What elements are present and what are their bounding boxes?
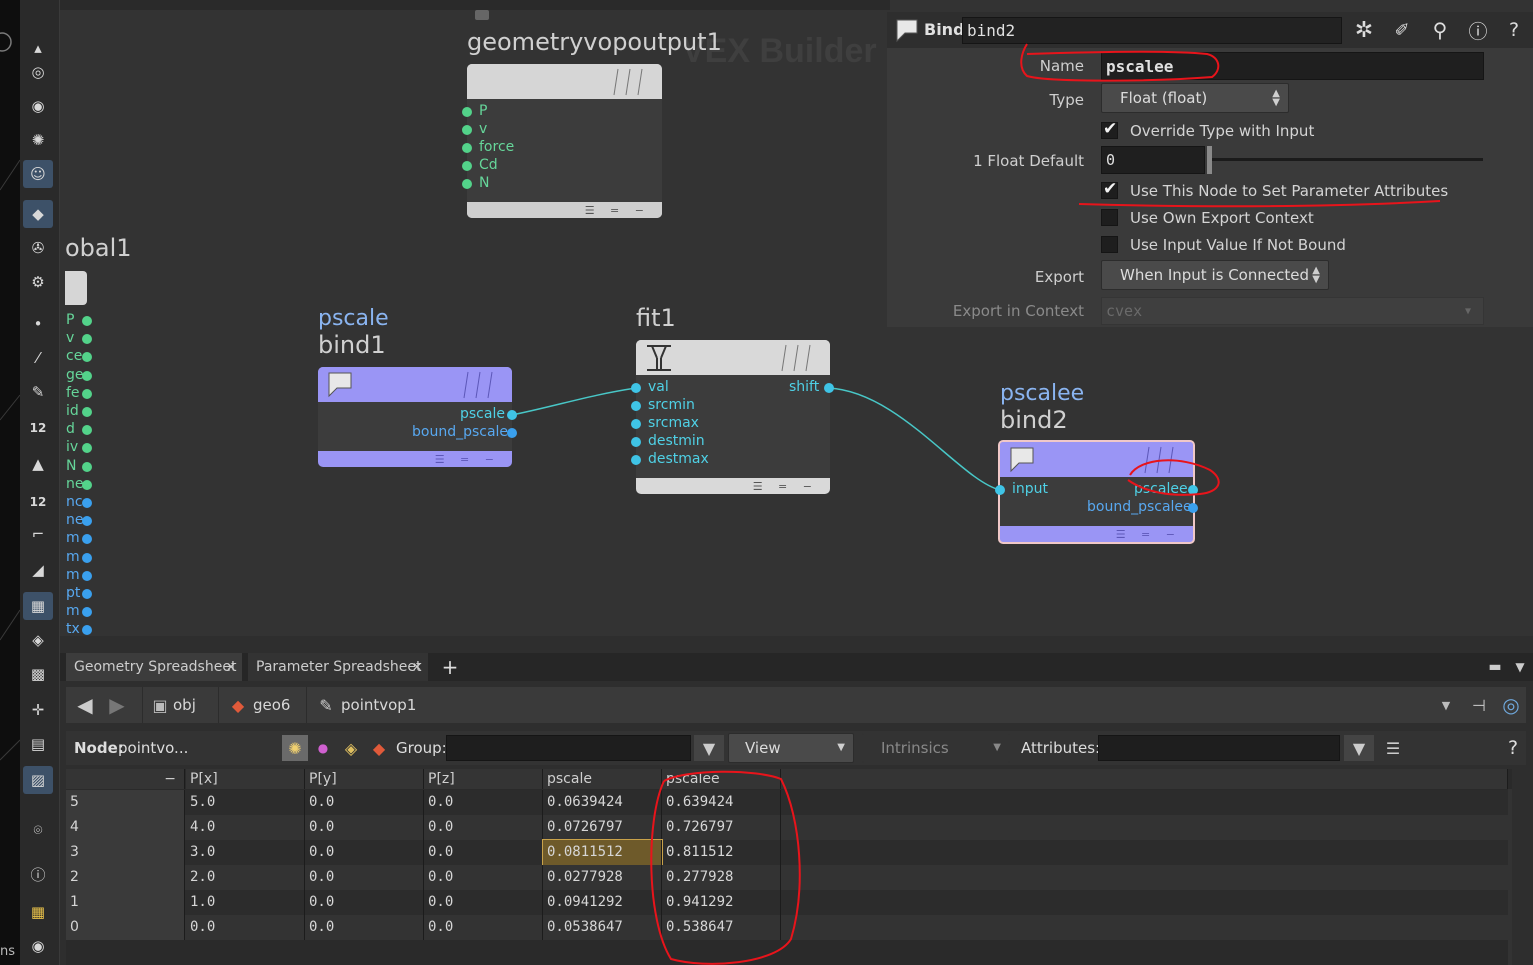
viewport-edge: ns — [0, 0, 20, 965]
number-12-icon[interactable]: 12 — [23, 414, 53, 442]
points-icon[interactable]: ✺ — [282, 735, 308, 761]
breadcrumb-obj[interactable]: ▣ obj — [142, 687, 218, 723]
bulb-icon[interactable]: ✺ — [23, 126, 53, 154]
tab-parameter-spreadsheet[interactable]: Parameter Spreadsheet ✕ — [248, 653, 428, 681]
spreadsheet-grid[interactable]: − P[x] P[y] P[z] pscale pscalee 5 5.0 0.0 0.0 0.… — [66, 769, 1512, 965]
uv-icon[interactable]: ◈ — [23, 626, 53, 654]
vop-icon: ✎ — [319, 695, 333, 715]
filter-bar: Node: pointvo... ✺ ● ◈ ◆ Group: ▼ View ▼… — [66, 731, 1526, 765]
attributes-label: Attributes: — [1021, 739, 1101, 757]
pen-icon[interactable]: ✎ — [23, 378, 53, 406]
head-light-icon[interactable]: ☺ — [23, 160, 53, 188]
grid-icon[interactable]: ▩ — [23, 660, 53, 688]
help-icon[interactable]: ? — [1500, 735, 1526, 761]
curve-icon[interactable]: ⌐ — [23, 520, 53, 548]
parameter-panel: Bind bind2 ✲ ✐ ⚲ ⓘ ? Name pscalee Type F… — [887, 12, 1533, 327]
maximize-icon[interactable]: ▬ — [1485, 658, 1505, 676]
close-icon[interactable]: ✕ — [412, 660, 422, 674]
detail-icon[interactable]: ◆ — [366, 735, 392, 761]
attributes-input[interactable] — [1098, 735, 1340, 761]
back-arrow-icon[interactable]: ◀ — [72, 693, 98, 717]
breadcrumb-label: obj — [173, 696, 196, 714]
breadcrumb-pointvop1[interactable]: ✎ pointvop1 — [306, 687, 426, 723]
eye-icon[interactable]: ◉ — [23, 932, 53, 960]
node-label: Node: — [74, 739, 124, 757]
path-dropdown-icon[interactable]: ▼ — [1436, 693, 1456, 717]
link-icon[interactable]: ◎ — [1498, 692, 1524, 718]
light-icon[interactable]: ◎ — [23, 58, 53, 86]
checker-icon[interactable]: ▦ — [23, 592, 53, 620]
gauge-icon[interactable]: ◉ — [23, 92, 53, 120]
tab-geometry-spreadsheet[interactable]: Geometry Spreadsheet ✕ — [66, 653, 242, 681]
dropdown-arrow-icon: ▼ — [993, 742, 1001, 753]
quad-view-icon[interactable]: ▦ — [23, 898, 53, 926]
pane-menu-icon[interactable]: ▼ — [1510, 658, 1530, 676]
intrinsics-dropdown[interactable]: Intrinsics ▼ — [862, 733, 1010, 763]
path-bar: ◀ ▶ ▣ obj ◆ geo6 ✎ pointvop1 ▼ ⊣ ◎ — [66, 687, 1526, 723]
spreadsheet-pane: Geometry Spreadsheet ✕ Parameter Spreads… — [60, 645, 1533, 965]
tab-label: Parameter Spreadsheet — [256, 659, 422, 675]
view-label: View — [745, 739, 781, 757]
transform-icon[interactable]: ✛ — [23, 696, 53, 724]
viewport-label: ns — [0, 944, 16, 959]
pane-tab-bar: Geometry Spreadsheet ✕ Parameter Spreads… — [60, 653, 1533, 681]
add-tab-icon[interactable]: + — [438, 655, 462, 679]
view-dropdown[interactable]: View ▼ — [728, 733, 854, 763]
paint-icon[interactable]: ▲ — [23, 450, 53, 478]
tab-label: Geometry Spreadsheet — [74, 659, 237, 675]
node-value: pointvo... — [118, 739, 189, 757]
vertices-icon[interactable]: ● — [310, 735, 336, 761]
close-icon[interactable]: ✕ — [226, 660, 236, 674]
breadcrumb-label: geo6 — [253, 696, 291, 714]
layout-icon[interactable]: ▤ — [23, 730, 53, 758]
filter-icon[interactable]: ▼ — [694, 735, 724, 761]
group-input[interactable] — [446, 735, 691, 761]
annotation-pscalee — [650, 770, 801, 965]
camera-rig-icon[interactable]: ⚙ — [23, 268, 53, 296]
camera-icon[interactable]: ✇ — [23, 234, 53, 262]
cube-display-icon[interactable]: ◆ — [23, 200, 53, 228]
breadcrumb-geo6[interactable]: ◆ geo6 — [218, 687, 306, 723]
brush-icon[interactable]: ⁄ — [23, 344, 53, 372]
pin-icon[interactable]: ⊣ — [1466, 693, 1492, 717]
image-icon[interactable]: ▨ — [23, 766, 53, 794]
breadcrumb-label: pointvop1 — [341, 696, 417, 714]
point-icon[interactable]: • — [23, 310, 53, 338]
number-12-alt-icon[interactable]: 12 — [23, 488, 53, 516]
group-label: Group: — [396, 739, 447, 757]
attr-filter-icon[interactable]: ▼ — [1344, 735, 1374, 761]
pin-icon[interactable]: ⌾ — [23, 816, 53, 844]
pane-splitter[interactable] — [60, 636, 1533, 645]
info-icon[interactable]: ⓘ — [23, 860, 53, 888]
dropdown-arrow-icon: ▼ — [837, 742, 845, 753]
forward-arrow-icon[interactable]: ▶ — [104, 693, 130, 717]
obj-icon: ▣ — [152, 695, 168, 715]
annotation-params — [1020, 43, 1441, 208]
sculpt-icon[interactable]: ◢ — [23, 556, 53, 584]
primitives-icon[interactable]: ◈ — [338, 735, 364, 761]
geo-icon: ◆ — [231, 695, 245, 715]
intrinsics-label: Intrinsics — [881, 739, 949, 757]
columns-icon[interactable]: ☰ — [1380, 735, 1406, 761]
